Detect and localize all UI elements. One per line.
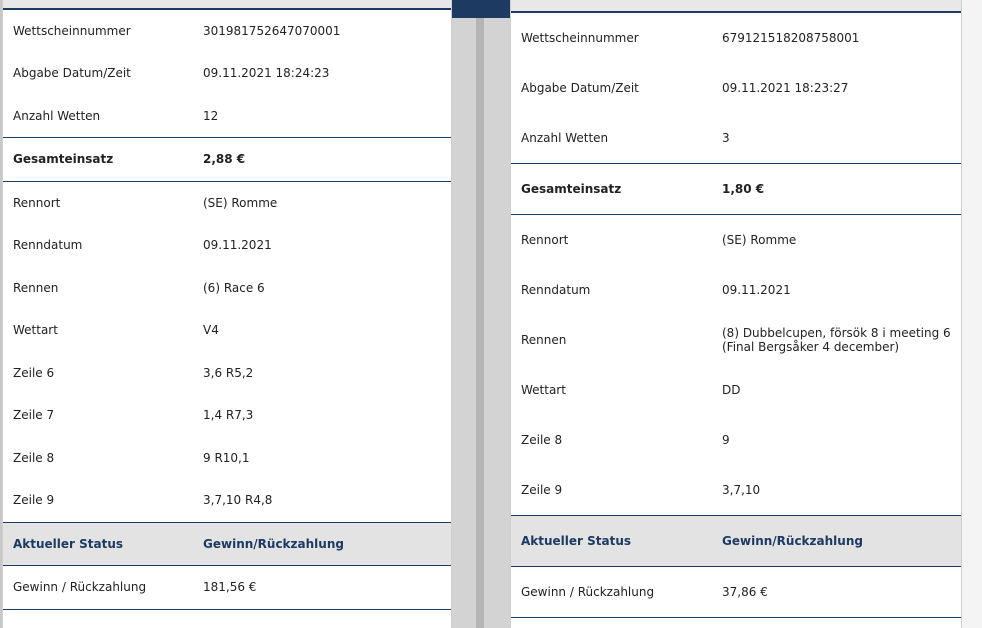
row-value: (SE) Romme bbox=[203, 195, 278, 210]
row-label: Gewinn / Rückzahlung bbox=[13, 580, 147, 595]
row-value: 3 bbox=[722, 131, 730, 145]
row-value: 37,86 € bbox=[722, 585, 768, 599]
row-label: Rennen bbox=[13, 280, 59, 295]
detail-row: Wettscheinnummer 679121518208758001 bbox=[511, 13, 961, 63]
detail-row: Anzahl Wetten 3 bbox=[511, 113, 961, 163]
detail-row: Abgabe Datum/Zeit 09.11.2021 18:23:27 bbox=[511, 63, 961, 113]
detail-row: Anzahl Wetten 12 bbox=[3, 95, 451, 138]
detail-row: Rennort (SE) Romme bbox=[3, 182, 451, 225]
value-line: (Final Bergsåker 4 december) bbox=[722, 340, 900, 354]
header-strip bbox=[452, 0, 510, 18]
row-value: (6) Race 6 bbox=[203, 280, 265, 295]
row-value: DD bbox=[722, 383, 741, 397]
row-value: 3,7,10 bbox=[722, 483, 761, 497]
detail-row: Rennen (6) Race 6 bbox=[3, 267, 451, 310]
detail-row: Renndatum 09.11.2021 bbox=[511, 265, 961, 315]
race-info-group: Rennort (SE) Romme Renndatum 09.11.2021 … bbox=[511, 215, 961, 516]
value-line: (8) Dubbelcupen, försök 8 i meeting 6 bbox=[722, 326, 951, 340]
row-value: 9 bbox=[722, 433, 730, 447]
row-label: Abgabe Datum/Zeit bbox=[521, 81, 639, 95]
status-group: Aktueller Status Gewinn/Rückzahlung bbox=[3, 522, 451, 566]
row-label: Renndatum bbox=[521, 283, 591, 297]
scroll-shadow bbox=[476, 18, 484, 628]
row-label: Rennen bbox=[521, 333, 567, 347]
row-value: (SE) Romme bbox=[722, 233, 797, 247]
row-label: Wettart bbox=[13, 323, 58, 338]
row-label: Rennort bbox=[13, 195, 61, 210]
row-value: 301981752647070001 bbox=[203, 24, 341, 38]
payout-row: Gewinn / Rückzahlung 181,56 € bbox=[3, 566, 451, 609]
status-label: Aktueller Status bbox=[13, 536, 124, 551]
detail-row: Zeile 8 9 R10,1 bbox=[3, 437, 451, 480]
payout-group: Gewinn / Rückzahlung 37,86 € bbox=[511, 567, 961, 618]
payout-group: Gewinn / Rückzahlung 181,56 € bbox=[3, 566, 451, 610]
total-stake-group: Gesamteinsatz 2,88 € bbox=[3, 138, 451, 182]
panel-header bbox=[511, 0, 961, 13]
row-value: 09.11.2021 bbox=[722, 283, 791, 297]
row-value: 9 R10,1 bbox=[203, 450, 250, 465]
detail-row: Rennort (SE) Romme bbox=[511, 215, 961, 265]
bet-slip-panel-right: Wettscheinnummer 679121518208758001 Abga… bbox=[510, 0, 962, 628]
row-label: Gewinn / Rückzahlung bbox=[521, 585, 655, 599]
row-value: 3,7,10 R4,8 bbox=[203, 493, 273, 508]
row-value: 09.11.2021 18:24:23 bbox=[203, 66, 330, 81]
payout-row: Gewinn / Rückzahlung 37,86 € bbox=[511, 567, 961, 617]
row-label: Gesamteinsatz bbox=[521, 182, 622, 196]
row-value: 09.11.2021 bbox=[203, 238, 272, 253]
row-label: Wettscheinnummer bbox=[13, 24, 131, 38]
detail-row: Abgabe Datum/Zeit 09.11.2021 18:24:23 bbox=[3, 52, 451, 95]
row-label: Zeile 8 bbox=[13, 450, 55, 465]
status-label: Aktueller Status bbox=[521, 534, 632, 548]
row-value: 12 bbox=[203, 108, 219, 123]
total-stake-group: Gesamteinsatz 1,80 € bbox=[511, 164, 961, 215]
race-info-group: Rennort (SE) Romme Renndatum 09.11.2021 … bbox=[3, 182, 451, 523]
status-group: Aktueller Status Gewinn/Rückzahlung bbox=[511, 516, 961, 567]
general-info-group: Wettscheinnummer 679121518208758001 Abga… bbox=[511, 13, 961, 164]
row-label: Zeile 9 bbox=[13, 493, 55, 508]
status-value: Gewinn/Rückzahlung bbox=[722, 534, 863, 548]
row-value: 1,4 R7,3 bbox=[203, 408, 254, 423]
status-value: Gewinn/Rückzahlung bbox=[203, 536, 344, 551]
row-label: Rennort bbox=[521, 233, 569, 247]
total-stake-row: Gesamteinsatz 2,88 € bbox=[3, 138, 451, 181]
row-label: Wettscheinnummer bbox=[521, 31, 639, 45]
row-label: Zeile 8 bbox=[521, 433, 563, 447]
detail-row: Wettart DD bbox=[511, 365, 961, 415]
detail-row: Zeile 9 3,7,10 R4,8 bbox=[3, 479, 451, 522]
general-info-group: Wettscheinnummer 301981752647070001 Abga… bbox=[3, 10, 451, 138]
row-value: 09.11.2021 18:23:27 bbox=[722, 81, 849, 95]
detail-row: Rennen (8) Dubbelcupen, försök 8 i meeti… bbox=[511, 315, 961, 365]
detail-row: Zeile 7 1,4 R7,3 bbox=[3, 394, 451, 437]
detail-row: Zeile 6 3,6 R5,2 bbox=[3, 352, 451, 395]
right-margin bbox=[962, 0, 982, 628]
status-header-row: Aktueller Status Gewinn/Rückzahlung bbox=[511, 516, 961, 566]
bet-slip-panel-left: Wettscheinnummer 301981752647070001 Abga… bbox=[2, 0, 452, 628]
row-value: 3,6 R5,2 bbox=[203, 365, 254, 380]
row-value: 181,56 € bbox=[203, 580, 257, 595]
detail-row: Renndatum 09.11.2021 bbox=[3, 224, 451, 267]
row-label: Anzahl Wetten bbox=[521, 131, 609, 145]
detail-row: Zeile 9 3,7,10 bbox=[511, 465, 961, 515]
row-value-multiline: (8) Dubbelcupen, försök 8 i meeting 6 (F… bbox=[722, 326, 961, 354]
row-value: 2,88 € bbox=[203, 152, 246, 167]
row-label: Abgabe Datum/Zeit bbox=[13, 66, 131, 81]
row-label: Gesamteinsatz bbox=[13, 152, 114, 167]
detail-row: Wettart V4 bbox=[3, 309, 451, 352]
total-stake-row: Gesamteinsatz 1,80 € bbox=[511, 164, 961, 214]
panel-header bbox=[3, 0, 451, 10]
row-label: Zeile 7 bbox=[13, 408, 55, 423]
detail-row: Wettscheinnummer 301981752647070001 bbox=[3, 10, 451, 52]
row-label: Renndatum bbox=[13, 238, 83, 253]
row-label: Anzahl Wetten bbox=[13, 108, 101, 123]
row-value: V4 bbox=[203, 323, 219, 338]
status-header-row: Aktueller Status Gewinn/Rückzahlung bbox=[3, 522, 451, 565]
row-label: Zeile 6 bbox=[13, 365, 55, 380]
row-label: Zeile 9 bbox=[521, 483, 563, 497]
row-value: 679121518208758001 bbox=[722, 31, 860, 45]
row-value: 1,80 € bbox=[722, 182, 765, 196]
detail-row: Zeile 8 9 bbox=[511, 415, 961, 465]
row-label: Wettart bbox=[521, 383, 566, 397]
